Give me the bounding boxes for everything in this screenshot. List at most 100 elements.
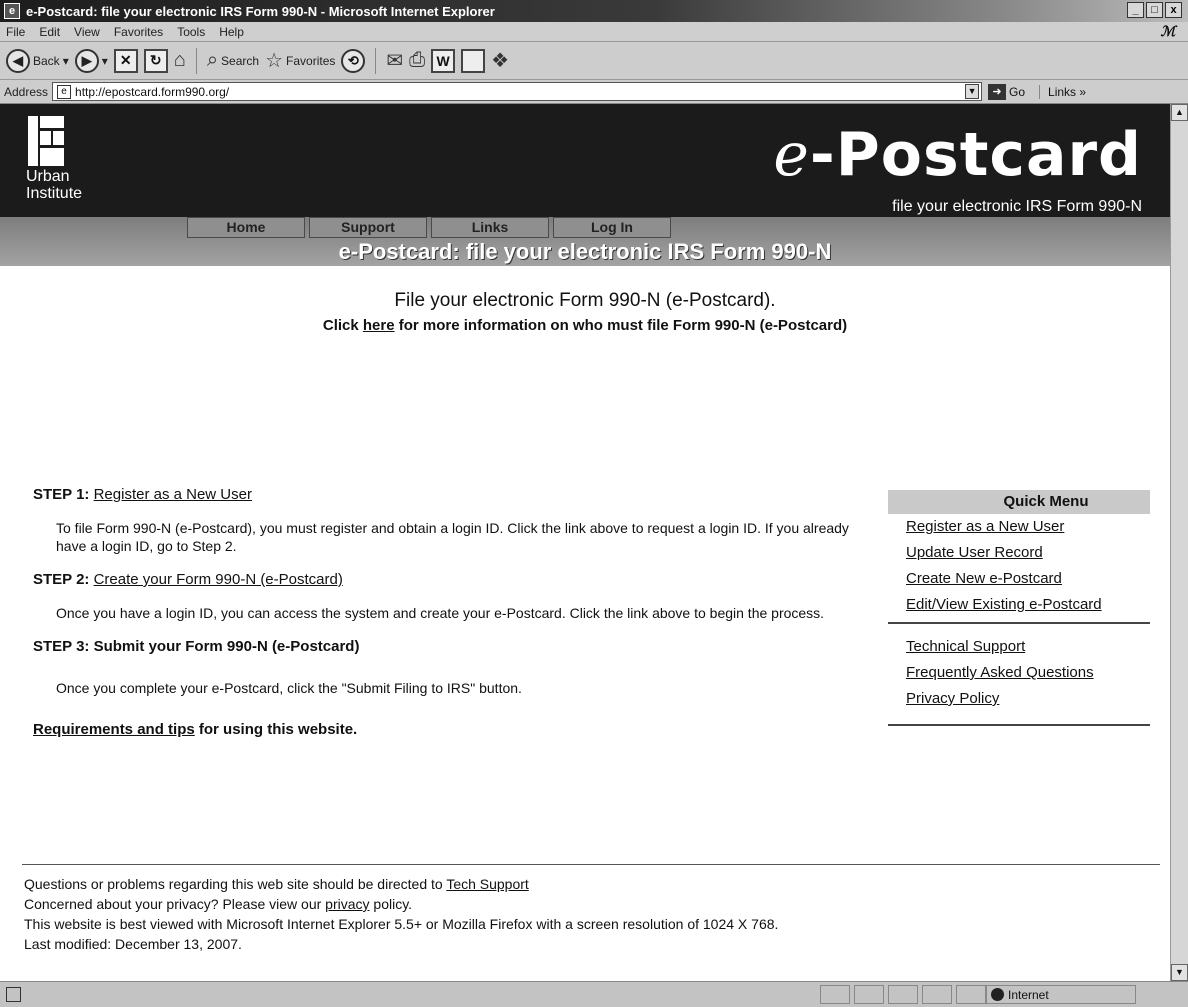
footer-tech-support-link[interactable]: Tech Support (446, 876, 529, 892)
favorites-button[interactable]: ☆ Favorites (265, 48, 335, 73)
create-form-link[interactable]: Create your Form 990-N (e-Postcard) (94, 571, 343, 588)
step-1-body: To file Form 990-N (e-Postcard), you mus… (56, 520, 849, 554)
menu-favorites[interactable]: Favorites (114, 25, 163, 39)
address-url: http://epostcard.form990.org/ (75, 84, 230, 99)
register-new-user-link[interactable]: Register as a New User (94, 486, 252, 503)
home-button[interactable]: ⌂ (174, 49, 186, 72)
urban-institute-logo (28, 116, 64, 166)
search-button[interactable]: ⌕ Search (207, 49, 259, 72)
edit-button[interactable]: W (431, 48, 456, 73)
minimize-button[interactable]: _ (1127, 2, 1144, 18)
org-name: Urban Institute (26, 168, 82, 202)
step-2-body: Once you have a login ID, you can access… (56, 605, 825, 621)
steps-section: STEP 1: Register as a New User To file F… (33, 486, 853, 738)
browser-window: e e-Postcard: file your electronic IRS F… (0, 0, 1188, 1007)
address-dropdown-icon[interactable]: ▼ (965, 84, 980, 99)
footer-line-2-text: Concerned about your privacy? Please vie… (24, 896, 326, 912)
qm-update-user-link[interactable]: Update User Record (906, 544, 1043, 561)
print-button[interactable]: ⎙ (409, 49, 425, 72)
page-icon: e (57, 84, 72, 99)
favorites-label: Favorites (286, 53, 336, 68)
org-name-line1: Urban (26, 168, 70, 185)
footer-line-1-text: Questions or problems regarding this web… (24, 876, 447, 892)
address-input[interactable]: e http://epostcard.form990.org/ ▼ (52, 82, 983, 101)
page-footer: Questions or problems regarding this web… (24, 874, 778, 954)
search-label: Search (221, 53, 260, 68)
qm-create-postcard-link[interactable]: Create New e-Postcard (906, 570, 1062, 587)
qm-edit-postcard-link[interactable]: Edit/View Existing e-Postcard (906, 596, 1102, 613)
address-label: Address (4, 84, 49, 99)
globe-icon (991, 988, 1004, 1001)
security-zone: Internet (986, 985, 1136, 1004)
site-banner: Urban Institute e-Postcard file your ele… (0, 104, 1170, 266)
windows-flag-icon: ℳ (1160, 23, 1176, 39)
close-button[interactable]: x (1165, 2, 1182, 18)
requirements-link[interactable]: Requirements and tips (33, 721, 195, 738)
requirements-line: Requirements and tips for using this web… (33, 721, 853, 738)
status-panes (820, 985, 986, 1004)
intro-title: File your electronic Form 990-N (e-Postc… (394, 290, 776, 311)
brand-title: e-Postcard (773, 120, 1142, 190)
title-bar: e e-Postcard: file your electronic IRS F… (0, 0, 1188, 22)
history-button[interactable]: ⟲ (341, 48, 366, 73)
page-status-icon (6, 987, 21, 1002)
menu-tools[interactable]: Tools (177, 25, 205, 39)
step-2-heading: STEP 2: Create your Form 990-N (e-Postca… (33, 571, 853, 588)
forward-button[interactable]: ▶ ▾ (74, 48, 108, 73)
go-button[interactable]: ➜ Go (988, 83, 1025, 100)
step-3-body: Once you complete your e-Postcard, click… (56, 680, 522, 696)
footer-divider (22, 864, 1160, 865)
nav-bar: Home Support Links Log In e-Postcard: fi… (0, 217, 1170, 266)
back-button[interactable]: ◀ Back ▾ (6, 48, 69, 73)
brand-e: e (773, 120, 810, 190)
search-icon: ⌕ (206, 49, 219, 71)
standard-toolbar: ◀ Back ▾ ▶ ▾ ✕ ↻ ⌂ ⌕ Search ☆ Favorites … (0, 42, 1188, 80)
who-must-file-link[interactable]: here (363, 317, 395, 334)
quick-menu-group-1: Register as a New User Update User Recor… (888, 514, 1150, 618)
footer-line-3: This website is best viewed with Microso… (24, 916, 779, 932)
status-pane (820, 985, 850, 1004)
menu-help[interactable]: Help (219, 25, 244, 39)
mail-button[interactable]: ✉ (386, 48, 403, 73)
menu-file[interactable]: File (6, 25, 25, 39)
step-2-label: STEP 2: (33, 571, 94, 588)
intro-suffix: for more information on who must file Fo… (394, 317, 848, 334)
status-pane (888, 985, 918, 1004)
refresh-button[interactable]: ↻ (143, 48, 168, 73)
menu-edit[interactable]: Edit (39, 25, 60, 39)
brand-subtitle: file your electronic IRS Form 990-N (892, 198, 1142, 215)
menu-view[interactable]: View (74, 25, 100, 39)
toolbar-separator (195, 47, 197, 74)
org-name-line2: Institute (26, 185, 83, 202)
scroll-up-icon[interactable]: ▲ (1171, 104, 1188, 121)
footer-line-2: Concerned about your privacy? Please vie… (24, 894, 778, 914)
stop-button[interactable]: ✕ (113, 48, 138, 73)
scroll-down-icon[interactable]: ▼ (1171, 964, 1188, 981)
vertical-scrollbar[interactable]: ▲ ▼ (1170, 104, 1188, 981)
qm-register-link[interactable]: Register as a New User (906, 518, 1064, 535)
nav-tabs: Home Support Links Log In (187, 217, 671, 238)
forward-dropdown-icon: ▾ (101, 53, 108, 68)
nav-log-in[interactable]: Log In (553, 217, 671, 238)
toolbar-separator (375, 47, 377, 74)
nav-home[interactable]: Home (187, 217, 305, 238)
messenger-button[interactable]: ❖ (491, 48, 509, 73)
quick-menu: Quick Menu Register as a New User Update… (888, 490, 1150, 736)
zone-label: Internet (1008, 987, 1049, 1002)
nav-links[interactable]: Links (431, 217, 549, 238)
maximize-button[interactable]: □ (1146, 2, 1163, 18)
footer-line-1: Questions or problems regarding this web… (24, 874, 778, 894)
quick-menu-divider (888, 622, 1150, 624)
qm-tech-support-link[interactable]: Technical Support (906, 638, 1025, 655)
back-dropdown-icon: ▾ (62, 53, 69, 68)
go-arrow-icon: ➜ (988, 83, 1007, 100)
qm-faq-link[interactable]: Frequently Asked Questions (906, 664, 1094, 681)
quick-menu-group-2: Technical Support Frequently Asked Quest… (888, 634, 1150, 712)
footer-privacy-link[interactable]: privacy (325, 896, 369, 912)
discuss-button[interactable] (461, 48, 486, 73)
nav-support[interactable]: Support (309, 217, 427, 238)
qm-privacy-link[interactable]: Privacy Policy (906, 690, 999, 707)
forward-arrow-icon: ▶ (74, 48, 99, 73)
status-pane (956, 985, 986, 1004)
links-button[interactable]: Links » (1039, 84, 1086, 99)
